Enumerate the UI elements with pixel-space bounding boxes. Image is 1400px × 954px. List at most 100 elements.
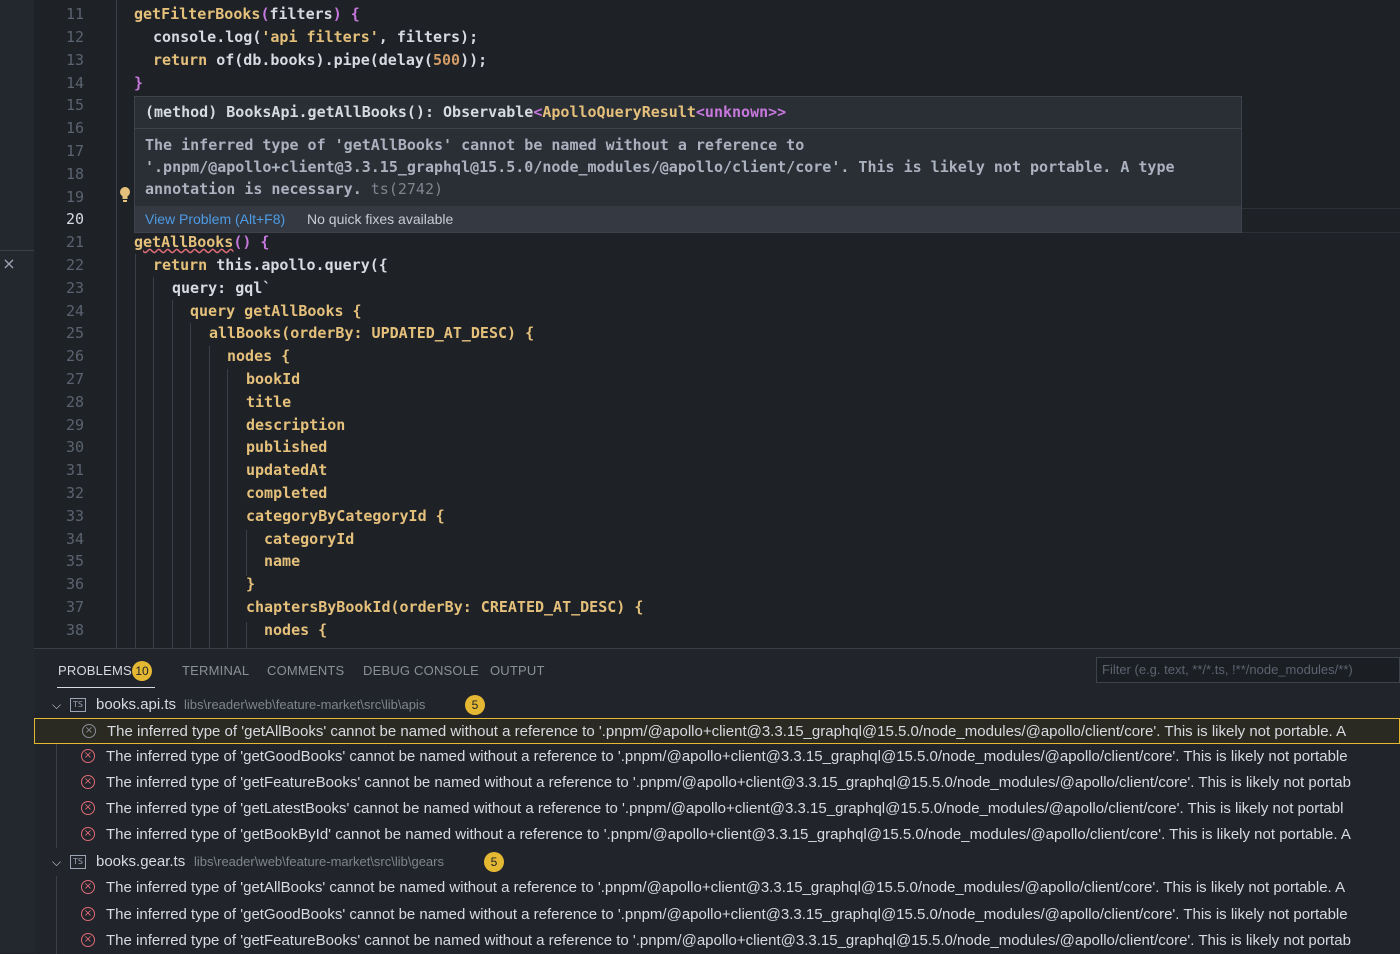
indent-guide [246,622,247,648]
code-line[interactable]: } [246,573,255,596]
code-line[interactable]: categoryByCategoryId { [246,505,445,528]
signature-text: <unknown>> [695,103,787,121]
code-line[interactable]: name [264,550,300,573]
code-line[interactable]: getAllBooks() { [134,231,269,254]
code-line[interactable]: bookId [246,368,300,391]
tab-comments[interactable]: COMMENTS [267,663,344,678]
line-number: 36 [65,575,84,593]
line-number: 26 [65,347,84,365]
line-number: 11 [65,5,84,23]
code-line[interactable]: console.log('api filters', filters); [153,26,478,49]
code-token: )); [460,51,488,69]
view-problem-link[interactable]: View Problem (Alt+F8) [145,211,285,227]
error-icon: × [81,775,95,789]
error-message: The inferred type of 'getAllBooks' canno… [145,134,1175,200]
line-number: 27 [65,370,84,388]
tab-debug-console[interactable]: DEBUG CONSOLE [363,663,479,678]
code-line[interactable]: title [246,391,291,414]
method-name[interactable]: getFilterBooks [134,5,260,23]
code-line[interactable]: nodes { [227,345,290,368]
problem-message: The inferred type of 'getGoodBooks' cann… [106,748,1348,765]
tab-terminal[interactable]: TERMINAL [182,663,249,678]
code-line[interactable]: query getAllBooks { [190,300,362,323]
tab-problems[interactable]: PROBLEMS [58,663,132,678]
code-line[interactable]: allBooks(orderBy: UPDATED_AT_DESC) { [209,322,534,345]
problem-row[interactable]: × The inferred type of 'getGoodBooks' ca… [34,744,1400,770]
string-literal: 'api filters' [261,28,379,46]
gutter-divider [116,0,117,648]
tooltip-footer: View Problem (Alt+F8) No quick fixes ava… [135,206,1241,232]
signature-text: ApolloQueryResult [542,103,696,121]
code-line[interactable]: published [246,436,327,459]
line-number: 20 [65,210,84,228]
number-literal: 500 [432,51,461,69]
message-line: '.pnpm/@apollo+client@3.3.15_graphql@15.… [145,158,1175,176]
line-number: 35 [65,552,84,570]
bottom-panel: PROBLEMS 10 TERMINAL COMMENTS DEBUG CONS… [34,648,1400,954]
error-icon: × [81,880,95,894]
file-name: books.api.ts [96,696,177,713]
line-number: 25 [65,324,84,342]
line-number: 34 [65,530,84,548]
code-token: console.log( [153,28,262,46]
problem-message: The inferred type of 'getFeatureBooks' c… [106,774,1351,791]
typescript-file-icon: TS [70,698,86,712]
error-code: ts(2742) [370,180,444,198]
indent-guide [153,277,154,648]
error-icon: × [81,801,95,815]
close-icon[interactable]: × [0,254,18,274]
message-line: The inferred type of 'getAllBooks' canno… [145,136,805,154]
error-icon: × [81,907,95,921]
indent-guide [246,530,247,576]
line-number: 23 [65,279,84,297]
file-group-header[interactable]: ⌵ TS books.api.ts libs\reader\web\featur… [34,692,1400,718]
problems-filter-input[interactable]: Filter (e.g. text, **/*.ts, !**/node_mod… [1096,657,1400,683]
code-line[interactable]: updatedAt [246,459,327,482]
code-line[interactable]: categoryId [264,528,354,551]
chevron-down-icon[interactable]: ⌵ [52,849,61,875]
problem-message: The inferred type of 'getBookById' canno… [106,826,1351,843]
error-icon: × [81,933,95,947]
signature-text: < [533,103,543,121]
file-group-header[interactable]: ⌵ TS books.gear.ts libs\reader\web\featu… [34,849,1400,875]
chevron-down-icon[interactable]: ⌵ [52,692,61,718]
indent-guide [209,346,210,648]
code-line[interactable]: chaptersByBookId(orderBy: CREATED_AT_DES… [246,596,643,619]
line-number: 38 [65,621,84,639]
line-number: 24 [65,302,84,320]
problem-row[interactable]: × The inferred type of 'getBookById' can… [34,822,1400,848]
line-number: 15 [65,96,84,114]
code-line[interactable]: getFilterBooks(filters) { [134,3,360,26]
problem-row[interactable]: × The inferred type of 'getFeatureBooks'… [34,928,1400,954]
hover-tooltip: (method) BooksApi.getAllBooks(): Observa… [134,96,1242,233]
error-icon: × [81,827,95,841]
error-icon: × [81,749,95,763]
problem-message: The inferred type of 'getGoodBooks' cann… [106,906,1348,923]
method-name-error[interactable]: getAllBooks [134,233,233,251]
line-number: 18 [65,165,84,183]
tab-output[interactable]: OUTPUT [490,663,545,678]
typescript-file-icon: TS [70,855,86,869]
message-line: annotation is necessary. [145,180,371,198]
code-line[interactable]: description [246,414,345,437]
problem-row[interactable]: × The inferred type of 'getAllBooks' can… [34,718,1400,744]
line-number: 21 [65,233,84,251]
file-path: libs\reader\web\feature-market\src\lib\a… [184,697,426,712]
line-number: 28 [65,393,84,411]
line-number: 30 [65,438,84,456]
problem-row[interactable]: × The inferred type of 'getFeatureBooks'… [34,770,1400,796]
problem-row[interactable]: × The inferred type of 'getLatestBooks' … [34,796,1400,822]
line-number: 17 [65,142,84,160]
lightbulb-icon[interactable] [118,186,132,204]
code-line[interactable]: } [134,72,143,95]
file-path: libs\reader\web\feature-market\src\lib\g… [194,854,444,869]
problem-row[interactable]: × The inferred type of 'getAllBooks' can… [34,875,1400,901]
code-line[interactable]: completed [246,482,327,505]
line-number: 22 [65,256,84,274]
code-line[interactable]: return this.apollo.query({ [153,254,388,277]
code-line[interactable]: query: gql` [172,277,271,300]
code-line[interactable]: nodes { [264,619,327,642]
problem-row[interactable]: × The inferred type of 'getGoodBooks' ca… [34,902,1400,928]
code-line[interactable]: return of(db.books).pipe(delay(500)); [153,49,487,72]
method-signature: (method) BooksApi.getAllBooks(): Observa… [145,103,786,121]
